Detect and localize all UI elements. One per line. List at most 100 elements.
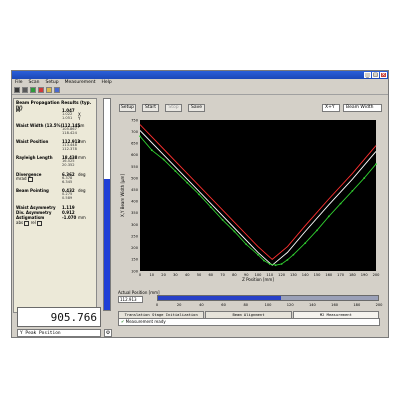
save-tool-icon[interactable] (14, 87, 20, 93)
y-tick-label: 750 (131, 118, 139, 122)
maximize-button[interactable]: □ (372, 72, 379, 78)
rayleigh-unit: mm (78, 155, 86, 160)
scale-tick: 120 (286, 303, 294, 307)
data-point (268, 263, 271, 265)
astig-unit: mm (78, 215, 86, 220)
print-tool-icon[interactable] (22, 87, 28, 93)
menu-scan[interactable]: Scan (29, 79, 40, 86)
abs-rel-toggle[interactable]: abs rel (16, 220, 43, 226)
m2-y: 1.051 (62, 116, 73, 120)
rayleigh-label: Rayleigh Length (16, 155, 53, 160)
y-tick-label: 600 (131, 153, 139, 157)
x-tick-label: 60 (209, 273, 214, 277)
position-slider[interactable] (157, 295, 379, 301)
plot-selector[interactable]: Beam Width (343, 104, 382, 112)
scale-tick: 40 (199, 303, 204, 307)
abs-checkbox[interactable] (24, 220, 30, 226)
tab-beam-alignment[interactable]: Beam Alignment (205, 311, 292, 318)
waist-position-label: Waist Position (16, 139, 49, 144)
data-point (363, 177, 366, 179)
data-point (221, 218, 224, 221)
y-tick-label: 200 (131, 246, 139, 250)
divergence-y: 6.345 (62, 180, 73, 184)
x-tick-label: 130 (290, 273, 298, 277)
divergence-mode[interactable]: mrad (16, 176, 33, 182)
rayleigh-y: 20.352 (62, 163, 75, 167)
x-tick-label: 180 (349, 273, 357, 277)
scale-tick: 20 (176, 303, 182, 307)
scale-tick: 200 (375, 303, 383, 307)
intensity-bar (103, 98, 111, 311)
rel-checkbox[interactable] (37, 220, 43, 226)
stop-button[interactable]: Stop (165, 104, 182, 112)
scale-tick: 140 (308, 303, 316, 307)
y-tick-label: 250 (131, 234, 139, 238)
tab-bar: Translation Stage Initialization Beam Al… (118, 311, 380, 318)
y-tick-label: 100 (131, 269, 139, 273)
play-tool-icon[interactable] (30, 87, 36, 93)
data-point (339, 202, 342, 205)
beam-pointing-unit: deg (78, 188, 86, 193)
data-point (304, 242, 307, 245)
close-button[interactable]: × (380, 72, 387, 78)
y-tick-label: 300 (131, 223, 139, 227)
menu-measurement[interactable]: Measurement (65, 79, 96, 86)
x-tick-label: 150 (314, 273, 322, 277)
data-point (174, 170, 177, 173)
data-point (150, 149, 153, 152)
x-tick-label: 170 (337, 273, 345, 277)
scale-tick: 180 (353, 303, 361, 307)
menu-help[interactable]: Help (102, 79, 112, 86)
mode-checkbox[interactable] (27, 176, 33, 182)
x-tick-label: 20 (161, 273, 166, 277)
x-tick-label: 160 (325, 273, 333, 277)
scale-tick: 80 (243, 303, 249, 307)
menu-setup[interactable]: Setup (45, 79, 58, 86)
x-tick-label: 80 (232, 273, 237, 277)
y-tick-label: 350 (131, 211, 139, 215)
menu-file[interactable]: File (15, 79, 23, 86)
data-point (327, 215, 330, 218)
waist-position-y: 112.378 (62, 147, 77, 151)
folder-tool-icon[interactable] (46, 87, 52, 93)
peak-options-icon[interactable]: ⚙ (104, 329, 112, 337)
y-tick-label: 150 (131, 258, 139, 262)
setup-button[interactable]: Setup (119, 104, 136, 112)
toolbar (12, 86, 388, 95)
minimize-button[interactable]: _ (364, 72, 371, 78)
start-button[interactable]: Start (142, 104, 159, 112)
data-point (233, 230, 236, 233)
title-bar: _ □ × (12, 71, 388, 79)
data-point (286, 258, 289, 261)
x-tick-label: 200 (373, 273, 381, 277)
x-tick-label: 40 (185, 273, 190, 277)
tab-m2-measurement[interactable]: M2 Measurement (292, 311, 379, 318)
scale-tick: 0 (155, 303, 159, 307)
status-text: Measurement ready (125, 319, 166, 324)
peak-value-display: 905.766 (17, 307, 101, 327)
menu-bar: File Scan Setup Measurement Help (12, 79, 388, 86)
x-tick-label: 10 (150, 273, 155, 277)
data-point (274, 264, 277, 267)
peak-selector[interactable]: Y Peak Position (17, 329, 101, 337)
axis-selector[interactable]: X+Y (322, 104, 340, 112)
divergence-unit: deg (78, 172, 86, 177)
waist-width-unit: μm (78, 123, 85, 128)
beam-pointing-y: 0.589 (62, 196, 73, 200)
x-tick-label: 120 (278, 273, 286, 277)
save-button[interactable]: Save (188, 104, 205, 112)
scale-tick: 60 (221, 303, 226, 307)
results-panel: Beam Propagation Results (typ. IV) M² 1.… (13, 98, 97, 313)
data-point (257, 253, 259, 256)
waist-position-unit: mm (78, 139, 86, 144)
data-point (375, 163, 377, 166)
data-point (292, 253, 295, 256)
tab-translation-stage[interactable]: Translation Stage Initialization (118, 311, 205, 318)
data-point (186, 181, 189, 184)
settings-tool-icon[interactable] (54, 87, 60, 93)
data-point (280, 263, 283, 265)
data-point (209, 206, 212, 209)
stop-tool-icon[interactable] (38, 87, 44, 93)
x-tick-label: 50 (197, 273, 202, 277)
position-value: 112.913 (118, 296, 143, 303)
